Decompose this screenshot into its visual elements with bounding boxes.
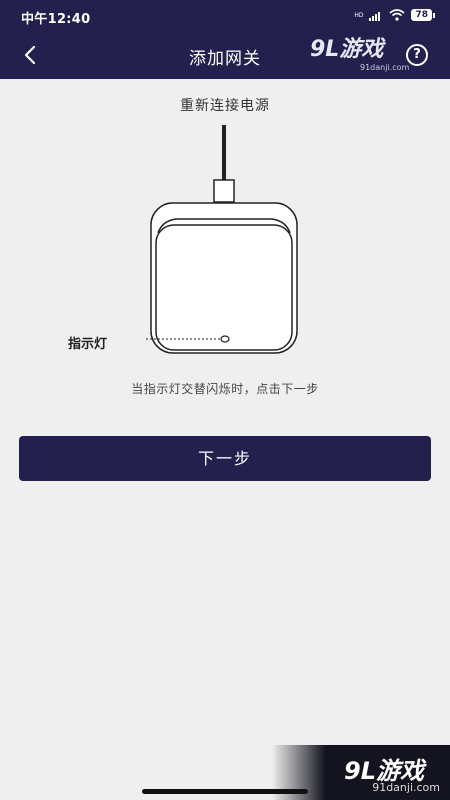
watermark-bottom-site: 91danji.com: [372, 781, 440, 794]
help-button[interactable]: ?: [406, 44, 428, 66]
signal-icon: [369, 11, 381, 21]
step-heading: 重新连接电源: [180, 98, 270, 114]
status-time: 中午12:40: [21, 12, 91, 27]
status-icons: HD 78: [354, 9, 435, 21]
gateway-device-illustration: [144, 125, 298, 354]
watermark-logo-top: 9L游戏 91danji.com: [308, 36, 409, 76]
watermark-logo-text: 9L游戏: [310, 37, 384, 62]
watermark-site-text: 91danji.com: [360, 63, 410, 72]
nav-bar: 添加网关 9L游戏 91danji.com ?: [0, 32, 450, 79]
wifi-icon: [389, 9, 405, 21]
indicator-light: [220, 335, 230, 343]
network-type: HD: [354, 11, 364, 19]
home-indicator[interactable]: [142, 789, 308, 794]
indicator-label: 指示灯: [68, 337, 108, 352]
instruction-text: 当指示灯交替闪烁时，点击下一步: [131, 382, 319, 396]
next-step-button[interactable]: 下一步: [19, 436, 431, 481]
status-bar: 中午12:40 HD 78: [0, 0, 450, 32]
battery-indicator: 78: [411, 9, 435, 21]
